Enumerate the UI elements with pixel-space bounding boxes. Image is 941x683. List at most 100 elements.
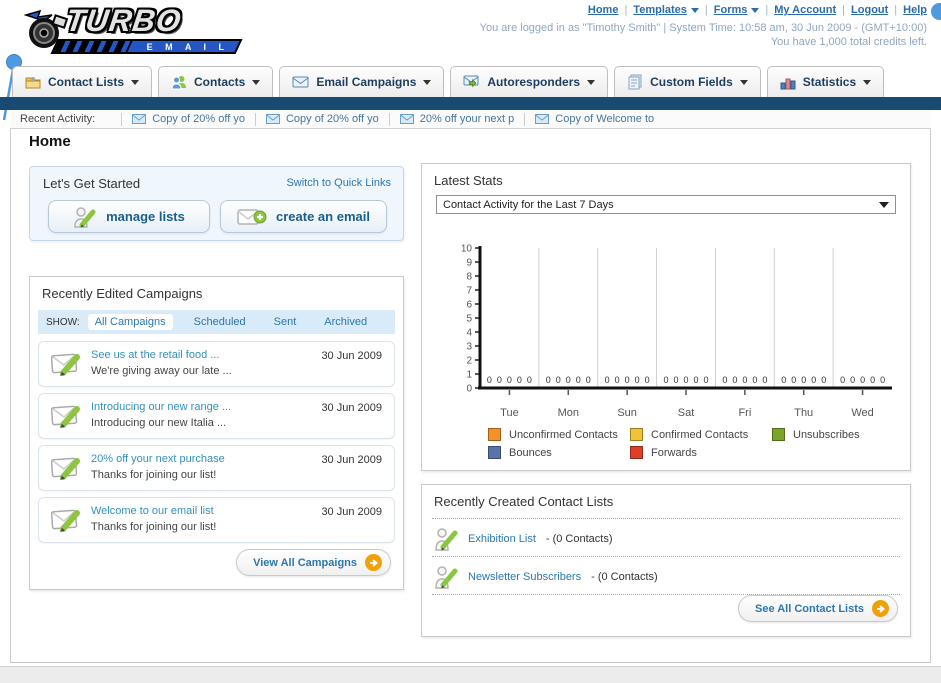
view-all-campaigns-button[interactable]: View All Campaigns <box>236 549 391 576</box>
nav-divider: | <box>765 4 769 16</box>
person-pencil-icon <box>435 528 458 551</box>
svg-text:0: 0 <box>801 375 806 385</box>
get-started-title: Let's Get Started <box>43 176 141 191</box>
svg-text:0: 0 <box>615 375 620 385</box>
create-email-button[interactable]: create an email <box>220 200 387 233</box>
custom-fields-icon <box>628 74 642 90</box>
contacts-icon <box>171 76 187 90</box>
svg-text:0: 0 <box>752 375 757 385</box>
show-label: SHOW: <box>46 316 80 328</box>
nav-templates-link[interactable]: Templates <box>633 4 687 16</box>
chevron-down-icon <box>252 79 261 85</box>
switch-quick-links-link[interactable]: Switch to Quick Links <box>286 177 391 189</box>
recent-activity-item[interactable]: Copy of 20% off yo <box>121 112 255 126</box>
login-line: You are logged in as "Timothy Smith" | S… <box>479 22 927 34</box>
autoresponder-icon <box>463 75 479 87</box>
recently-created-contact-lists-panel: Recently Created Contact Lists Exhibitio… <box>421 484 911 637</box>
contact-list-item[interactable]: Newsletter Subscribers - (0 Contacts) <box>434 563 658 591</box>
envelope-icon <box>132 114 147 124</box>
contact-list-link[interactable]: Newsletter Subscribers <box>468 571 581 583</box>
svg-text:0: 0 <box>673 375 678 385</box>
campaign-subtitle: Thanks for joining our list! <box>91 469 217 481</box>
campaign-row[interactable]: Introducing our new range ... Introducin… <box>38 393 395 439</box>
chevron-down-icon <box>690 7 699 13</box>
svg-text:0: 0 <box>605 375 610 385</box>
recent-activity-item[interactable]: 20% off your next p <box>388 112 525 126</box>
logo-title: TURBO <box>63 3 184 38</box>
filter-scheduled[interactable]: Scheduled <box>187 314 253 330</box>
main-nav-tabs: Contact Lists Contacts Email Campaigns A… <box>12 66 885 97</box>
stats-dropdown[interactable]: Contact Activity for the Last 7 Days <box>436 195 896 214</box>
filter-sent[interactable]: Sent <box>267 314 304 330</box>
dropdown-caret-icon <box>879 201 889 208</box>
campaign-date: 30 Jun 2009 <box>321 454 382 466</box>
legend-label: Bounces <box>509 446 552 459</box>
stats-legend: Unconfirmed Contacts Confirmed Contacts Un… <box>488 428 920 459</box>
svg-text:7: 7 <box>466 286 472 297</box>
logo-bar: E M A I L <box>50 39 243 54</box>
nav-divider: | <box>624 4 628 16</box>
tab-autoresponders[interactable]: Autoresponders <box>450 66 609 97</box>
tab-label: Autoresponders <box>487 75 581 89</box>
filter-archived[interactable]: Archived <box>317 314 374 330</box>
envelope-pencil-icon <box>51 457 80 480</box>
campaign-row[interactable]: Welcome to our email list Thanks for joi… <box>38 497 395 543</box>
tab-statistics[interactable]: Statistics <box>766 66 885 97</box>
campaign-title[interactable]: See us at the retail food ... <box>91 349 219 361</box>
filter-all-campaigns[interactable]: All Campaigns <box>87 314 173 330</box>
tab-contacts[interactable]: Contacts <box>158 66 274 97</box>
recent-activity-item[interactable]: Copy of 20% off yo <box>254 112 389 126</box>
tab-label: Statistics <box>802 75 857 89</box>
svg-text:0: 0 <box>703 375 708 385</box>
envelope-icon <box>399 114 414 124</box>
recent-activity-label: Recent Activity: <box>20 113 96 125</box>
legend-swatch-icon <box>772 428 785 441</box>
contact-list-item[interactable]: Exhibition List - (0 Contacts) <box>434 525 613 553</box>
chevron-down-icon <box>131 79 140 85</box>
nav-logout-link[interactable]: Logout <box>851 4 888 16</box>
folder-icon <box>25 77 41 89</box>
envelope-icon <box>265 114 280 124</box>
legend-item: Unconfirmed Contacts <box>488 428 630 441</box>
nav-my-account-link[interactable]: My Account <box>774 4 836 16</box>
svg-text:3: 3 <box>466 342 472 353</box>
svg-text:0: 0 <box>722 375 727 385</box>
chart-area: 0 1 2 3 4 5 6 7 8 9 10 Tue 0 0 0 0 0 Mon 0 0 0 0 0 Sun 0 0 0 0 0 Sat 0… <box>434 240 900 422</box>
nav-forms-link[interactable]: Forms <box>714 4 748 16</box>
nav-home-link[interactable]: Home <box>588 4 619 16</box>
svg-text:0: 0 <box>732 375 737 385</box>
recently-edited-campaigns-panel: Recently Edited Campaigns SHOW: All Camp… <box>29 276 404 590</box>
see-all-contact-lists-button[interactable]: See All Contact Lists <box>737 595 898 622</box>
nav-help-link[interactable]: Help <box>903 4 927 16</box>
tab-email-campaigns[interactable]: Email Campaigns <box>279 66 445 97</box>
svg-text:0: 0 <box>811 375 816 385</box>
stats-dropdown-value: Contact Activity for the Last 7 Days <box>443 198 614 211</box>
manage-lists-button[interactable]: manage lists <box>48 200 210 233</box>
legend-label: Unsubscribes <box>793 428 860 441</box>
tab-custom-fields[interactable]: Custom Fields <box>614 66 761 97</box>
svg-text:8: 8 <box>466 272 472 283</box>
tab-contact-lists[interactable]: Contact Lists <box>12 66 153 97</box>
legend-swatch-icon <box>488 428 501 441</box>
chevron-down-icon <box>751 7 760 13</box>
campaign-row[interactable]: 20% off your next purchase Thanks for jo… <box>38 445 395 491</box>
nav-divider: | <box>842 4 846 16</box>
recent-activity-item[interactable]: Copy of Welcome to <box>524 112 664 126</box>
legend-label: Unconfirmed Contacts <box>509 428 618 441</box>
campaign-subtitle: Thanks for joining our list! <box>91 521 217 533</box>
svg-text:Sat: Sat <box>678 407 695 419</box>
campaign-row[interactable]: See us at the retail food ... We're givi… <box>38 341 395 387</box>
header-nav: Home | Templates | Forms | My Account | Logout | H… <box>588 4 927 16</box>
svg-text:0: 0 <box>507 375 512 385</box>
svg-text:0: 0 <box>566 375 571 385</box>
tab-label: Custom Fields <box>650 75 733 89</box>
recent-activity-text: Copy of Welcome to <box>555 113 655 125</box>
campaign-title[interactable]: Welcome to our email list <box>91 505 214 517</box>
campaign-title[interactable]: Introducing our new range ... <box>91 401 231 413</box>
contact-list-link[interactable]: Exhibition List <box>468 533 536 545</box>
campaign-title[interactable]: 20% off your next purchase <box>91 453 225 465</box>
turbo-email-logo[interactable]: TURBO E M A I L <box>8 3 248 57</box>
campaigns-title: Recently Edited Campaigns <box>42 286 203 301</box>
recent-activity-bar: Recent Activity: Copy of 20% off yo Copy… <box>10 110 931 129</box>
svg-text:1: 1 <box>466 370 472 381</box>
